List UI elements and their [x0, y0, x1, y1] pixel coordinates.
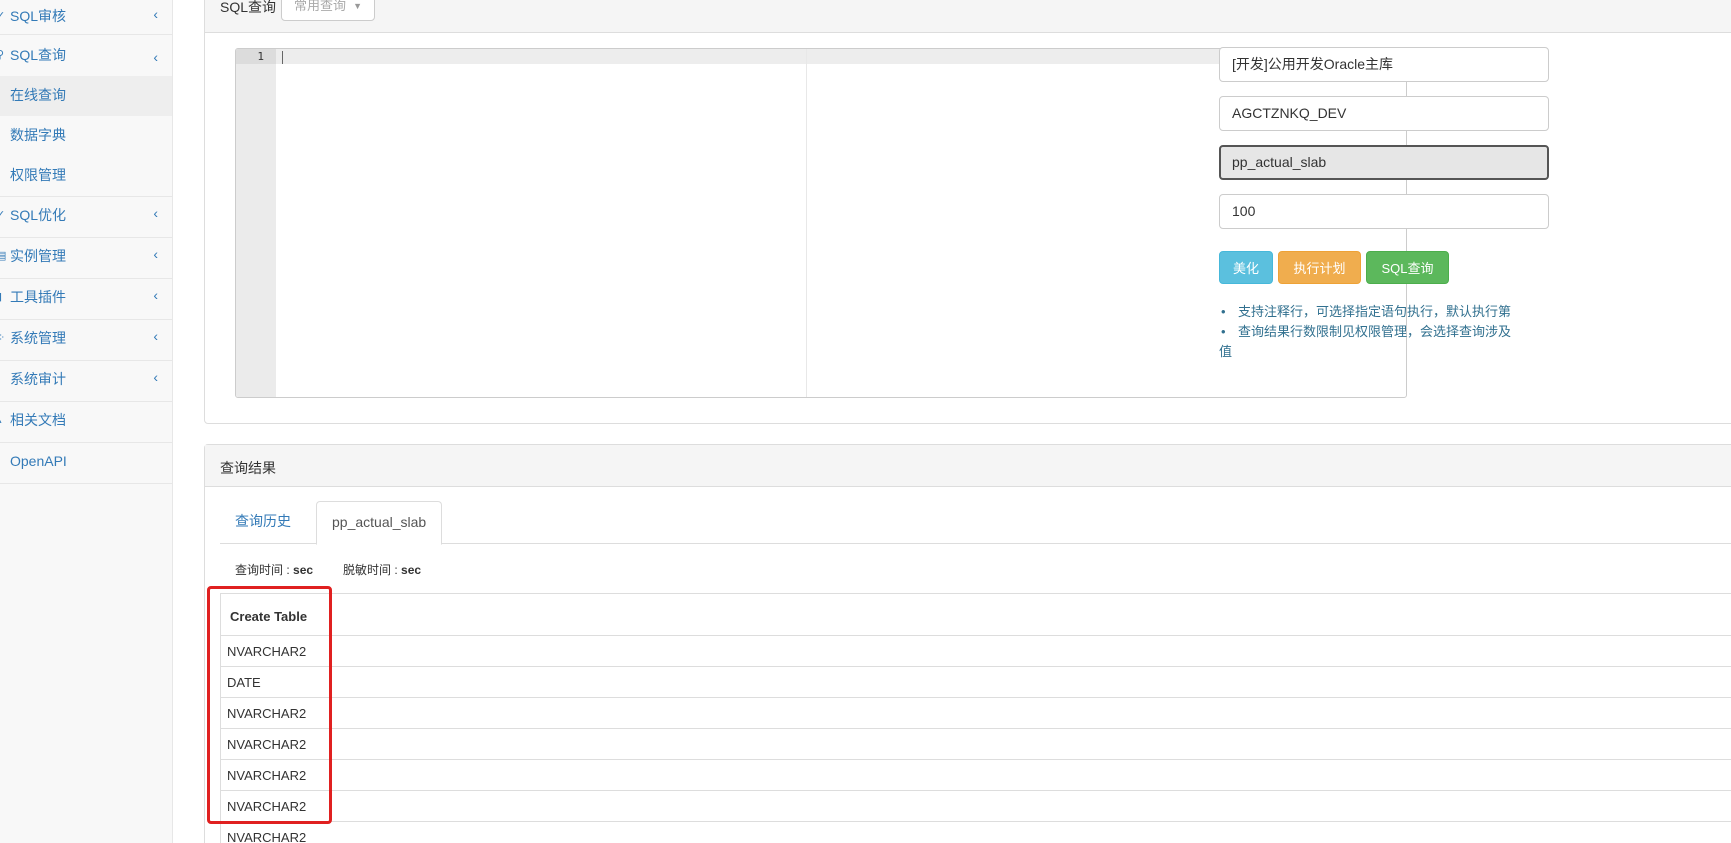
- database-icon: ▤: [0, 250, 7, 262]
- sidebar-subitem-permission[interactable]: 权限管理: [0, 156, 172, 196]
- beautify-button[interactable]: 美化: [1219, 251, 1273, 284]
- sidebar-item-sql-query[interactable]: ⚲ SQL查询 ‹: [0, 35, 172, 76]
- table-header: Create Table: [220, 594, 1731, 636]
- sidebar-subitem-online-query[interactable]: 在线查询: [0, 76, 172, 116]
- table-row: NVARCHAR2: [220, 791, 1731, 822]
- sidebar-item-audit[interactable]: › 系统审计 ‹: [0, 361, 172, 402]
- tab-result-table[interactable]: pp_actual_slab: [316, 501, 443, 545]
- highlight-annotation-box: [207, 586, 332, 824]
- chevron-left-icon: ‹: [153, 49, 158, 65]
- print-margin: [806, 49, 807, 397]
- help-tips: • 支持注释行，可选择指定语句执行，默认执行第 • 查询结果行数限制见权限管理，会选…: [1219, 302, 1559, 362]
- check-icon: ✓: [0, 10, 6, 22]
- page-title: SQL查询: [220, 0, 277, 15]
- query-time: 查询时间 : sec: [235, 563, 314, 577]
- chevron-left-icon: ‹: [153, 369, 158, 385]
- sidebar-item-label: SQL查询: [10, 47, 67, 63]
- chevron-left-icon: ‹: [153, 328, 158, 344]
- table-row: NVARCHAR2: [220, 636, 1731, 667]
- caret-down-icon: ▼: [353, 1, 362, 11]
- chevron-left-icon: ‹: [153, 205, 158, 221]
- eye-icon: ›: [0, 361, 6, 397]
- explain-plan-button[interactable]: 执行计划: [1278, 251, 1361, 284]
- table-cell: NVARCHAR2: [227, 830, 307, 843]
- table-row: NVARCHAR2: [220, 760, 1731, 791]
- tip-item: • 支持注释行，可选择指定语句执行，默认执行第: [1221, 304, 1512, 319]
- tab-query-history[interactable]: 查询历史: [220, 501, 306, 544]
- result-tabs: 查询历史 pp_actual_slab: [220, 501, 1731, 545]
- result-title: 查询结果: [220, 460, 276, 476]
- mask-time: 脱敏时间 : sec: [343, 563, 422, 577]
- sidebar-item-system[interactable]: ⁘ 系统管理 ‹: [0, 320, 172, 361]
- sidebar-item-label: OpenAPI: [10, 453, 67, 469]
- api-icon: /: [0, 443, 6, 479]
- table-row: NVARCHAR2: [220, 698, 1731, 729]
- sidebar-item-label: 工具插件: [10, 289, 66, 305]
- sidebar-item-label: 相关文档: [10, 412, 66, 428]
- sidebar-item-openapi[interactable]: / OpenAPI: [0, 443, 172, 484]
- table-select[interactable]: pp_actual_slab: [1219, 145, 1549, 180]
- table-row: NVARCHAR2: [220, 822, 1731, 843]
- panel-header: 查询结果: [205, 445, 1731, 487]
- chevron-left-icon: ‹: [153, 6, 158, 22]
- sidebar-submenu: 在线查询 数据字典 权限管理: [0, 76, 172, 197]
- panel-header: SQL查询 常用查询 ▼: [205, 0, 1731, 33]
- sidebar-item-label: 实例管理: [10, 248, 66, 264]
- sidebar-item-instance[interactable]: ▤ 实例管理 ‹: [0, 238, 172, 279]
- instance-select[interactable]: [开发]公用开发Oracle主库: [1219, 47, 1549, 82]
- sidebar-item-docs[interactable]: ▴ 相关文档: [0, 402, 172, 443]
- sidebar-item-sql-optimize[interactable]: ✓ SQL优化 ‹: [0, 197, 172, 238]
- tip-item-continued: 值: [1219, 344, 1233, 359]
- chevron-left-icon: ‹: [153, 246, 158, 262]
- tools-icon: ▮: [0, 279, 6, 315]
- chevron-left-icon: ‹: [153, 287, 158, 303]
- wrench-icon: ✓: [0, 209, 6, 221]
- sidebar-item-label: SQL优化: [10, 207, 67, 223]
- sidebar-item-sql-review[interactable]: ✓ SQL审核 ‹: [0, 0, 172, 35]
- text-cursor: [282, 51, 283, 64]
- cogs-icon: ⁘: [0, 320, 6, 356]
- tip-item: • 查询结果行数限制见权限管理，会选择查询涉及: [1221, 324, 1512, 339]
- result-table: Create Table NVARCHAR2 DATE NVARCHAR2 NV…: [220, 593, 1731, 843]
- user-icon: ▴: [0, 402, 6, 438]
- table-row: DATE: [220, 667, 1731, 698]
- sidebar: ✓ SQL审核 ‹ ⚲ SQL查询 ‹ 在线查询 数据字典 权限管理 ✓ SQL…: [0, 0, 173, 843]
- dropdown-label: 常用查询: [294, 0, 347, 13]
- sidebar-item-label: 系统管理: [10, 330, 66, 346]
- schema-select[interactable]: AGCTZNKQ_DEV: [1219, 96, 1549, 131]
- common-query-dropdown[interactable]: 常用查询 ▼: [281, 0, 375, 21]
- sidebar-subitem-data-dictionary[interactable]: 数据字典: [0, 116, 172, 156]
- editor-gutter: [236, 49, 276, 397]
- sidebar-item-tools[interactable]: ▮ 工具插件 ‹: [0, 279, 172, 320]
- sidebar-item-label: SQL审核: [10, 8, 67, 24]
- table-row: NVARCHAR2: [220, 729, 1731, 760]
- sidebar-item-label: 系统审计: [10, 371, 66, 387]
- search-icon: ⚲: [0, 49, 5, 61]
- line-number: 1: [236, 49, 276, 64]
- query-result-panel: 查询结果 查询历史 pp_actual_slab 查询时间 : sec 脱敏时间…: [204, 444, 1731, 843]
- sql-query-button[interactable]: SQL查询: [1366, 251, 1449, 284]
- limit-input[interactable]: 100: [1219, 194, 1549, 229]
